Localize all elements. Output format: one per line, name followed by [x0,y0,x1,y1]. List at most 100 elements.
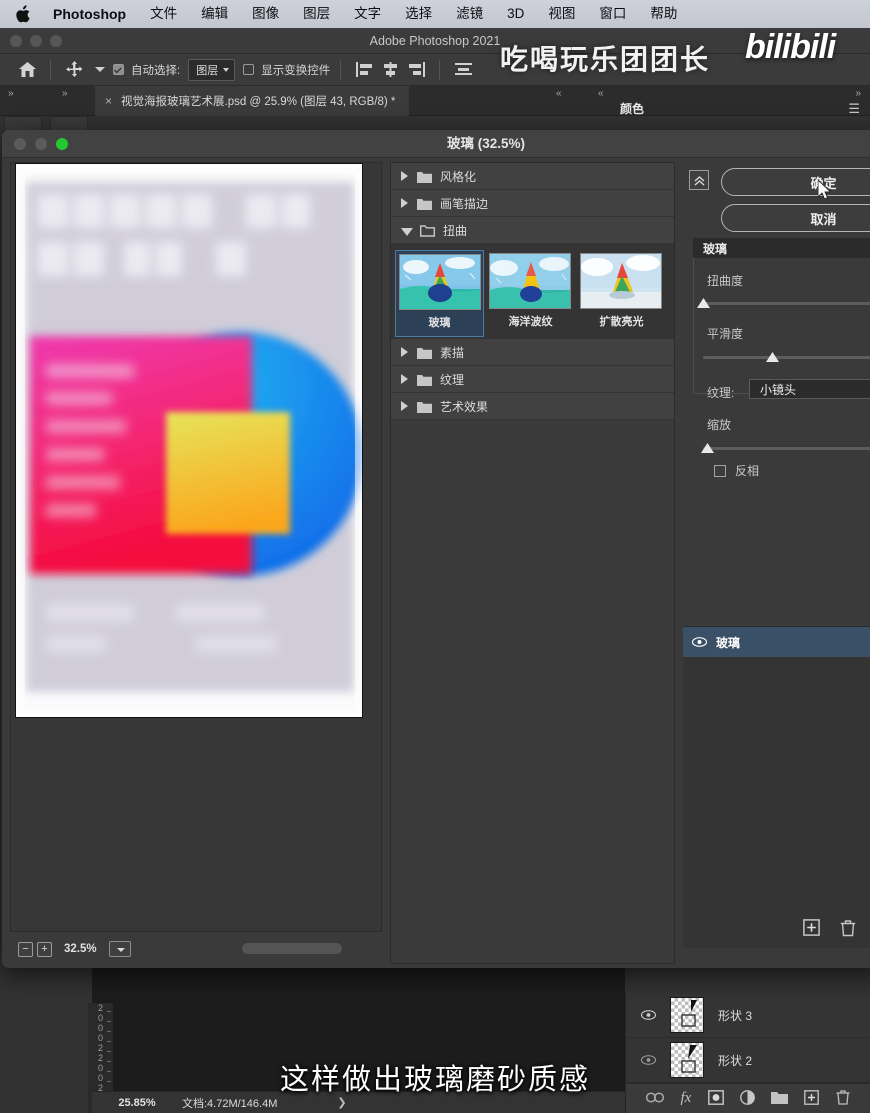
filter-thumb-label: 扩散亮光 [599,316,644,328]
filter-settings-header: 玻璃 [693,238,870,258]
ok-button[interactable]: 确定 [721,168,870,196]
align-right-icon[interactable] [403,58,429,82]
filter-group-label: 扭曲 [443,223,468,238]
layer-thumbnail [670,997,704,1033]
new-effect-layer-icon[interactable] [803,919,820,941]
folder-open-icon [420,224,435,237]
menu-item-help[interactable]: 帮助 [638,0,689,28]
align-top-icon[interactable] [450,58,476,82]
preview-scrollbar[interactable] [242,943,342,954]
filter-thumb-glass[interactable]: 玻璃 [395,250,484,337]
align-center-horizontal-icon[interactable] [377,58,403,82]
folder-icon [417,170,432,183]
scale-label: 缩放 [707,418,732,432]
menu-item-filter[interactable]: 滤镜 [444,0,495,28]
table-row[interactable]: 形状 3 [626,993,870,1038]
filter-group-label: 画笔描边 [440,196,489,211]
apple-logo-icon[interactable] [14,4,31,24]
filter-group-label: 风格化 [440,169,477,184]
menu-item-view[interactable]: 视图 [536,0,587,28]
dialog-title-bar: 玻璃 (32.5%) [2,130,870,158]
left-panel-expand-icon[interactable]: » [8,88,13,99]
scale-slider-track[interactable] [703,447,870,450]
layer-name: 形状 3 [718,1008,753,1023]
distortion-slider-track[interactable] [703,302,870,305]
filter-group-label: 纹理 [440,372,465,387]
filter-gallery-dialog: 玻璃 (32.5%) − + 32.5% 风格化 画笔描边 扭曲 玻璃 海洋波纹… [2,130,870,968]
move-tool-icon[interactable] [61,58,87,82]
tool-options-bar: 自动选择: 图层 显示变换控件 [0,54,870,86]
zoom-out-button[interactable]: − [18,941,33,957]
filter-group-artistic[interactable]: 艺术效果 [391,393,674,420]
panel-menu-icon[interactable]: ☰ [848,101,860,117]
texture-dropdown[interactable]: 小镜头 [749,379,870,399]
filter-category-list: 风格化 画笔描边 扭曲 玻璃 海洋波纹 扩散亮光 素描 纹理 艺术效果 [390,162,675,964]
menu-item-file[interactable]: 文件 [138,0,189,28]
menu-item-layer[interactable]: 图层 [291,0,342,28]
folder-icon [417,373,432,386]
delete-effect-layer-icon[interactable] [840,919,856,942]
window-title: Adobe Photoshop 2021 [369,34,501,48]
zoom-in-button[interactable]: + [37,941,52,957]
menu-item-image[interactable]: 图像 [240,0,291,28]
effect-layer-row[interactable]: 玻璃 [683,627,870,657]
document-tab-label: 视觉海报玻璃艺术展.psd @ 25.9% (图层 43, RGB/8) * [121,96,396,108]
filter-group-sketch[interactable]: 素描 [391,339,674,366]
video-subtitle: 这样做出玻璃磨砂质感 [279,1064,590,1096]
cancel-button[interactable]: 取消 [721,204,870,232]
document-tab[interactable]: × 视觉海报玻璃艺术展.psd @ 25.9% (图层 43, RGB/8) * [95,86,410,116]
invert-label: 反相 [735,464,760,478]
menu-item-window[interactable]: 窗口 [587,0,638,28]
tab-color[interactable]: 颜色 [620,100,644,117]
auto-select-label: 自动选择: [131,64,181,77]
filter-thumbnail-row: 玻璃 海洋波纹 扩散亮光 [391,244,674,339]
folder-icon [417,400,432,413]
right-panel-collapse-icon[interactable]: « [556,88,561,99]
divider [340,59,342,80]
home-icon[interactable] [14,58,40,82]
collapse-preview-icon[interactable] [689,170,709,190]
status-zoom-level[interactable]: 25.85% [92,1097,182,1109]
menu-item-edit[interactable]: 编辑 [189,0,240,28]
menu-item-type[interactable]: 文字 [342,0,393,28]
folder-icon [417,346,432,359]
chevron-right-icon [401,347,408,357]
divider [439,59,441,80]
filter-settings-group [693,246,870,394]
chevron-right-icon [401,374,408,384]
filter-thumb-image [399,254,481,310]
filter-group-distort[interactable]: 扭曲 [391,217,674,244]
macos-menu-bar: Photoshop 文件 编辑 图像 图层 文字 选择 滤镜 3D 视图 窗口 … [0,0,870,28]
show-transform-checkbox[interactable] [243,64,255,75]
menu-item-photoshop[interactable]: Photoshop [41,0,138,28]
auto-select-checkbox[interactable] [113,64,124,75]
filter-group-brushstrokes[interactable]: 画笔描边 [391,190,674,217]
bilibili-watermark: bilibili [745,28,836,66]
invert-checkbox[interactable] [714,465,726,477]
left-panel2-expand-icon[interactable]: » [62,88,67,99]
filter-group-texture[interactable]: 纹理 [391,366,674,393]
auto-select-dropdown[interactable]: 图层 [188,58,236,81]
close-icon[interactable]: × [105,94,112,108]
smoothness-slider-track[interactable] [703,356,870,359]
menu-item-3d[interactable]: 3D [495,0,536,28]
filter-thumb-diffuse-glow[interactable]: 扩散亮光 [577,250,666,337]
filter-thumb-image [580,253,662,309]
filter-thumb-ocean-ripple[interactable]: 海洋波纹 [486,250,575,337]
preview-zoom-controls: − + 32.5% [10,934,382,964]
mouse-cursor [817,178,832,200]
filter-preview-pane[interactable] [10,162,382,932]
effect-layer-visibility-icon[interactable] [683,637,716,647]
move-tool-chevron-icon[interactable] [87,58,113,82]
preview-zoom-dropdown[interactable] [108,941,131,957]
chevron-right-icon [401,401,408,411]
filter-group-stylize[interactable]: 风格化 [391,163,674,190]
poster-preview-image [15,163,363,718]
far-right-expand-icon[interactable]: » [855,88,860,99]
menu-item-select[interactable]: 选择 [393,0,444,28]
filter-thumb-label: 海洋波纹 [508,316,553,328]
layer-visibility-icon[interactable] [626,1010,670,1020]
filter-group-label: 艺术效果 [440,399,489,414]
align-left-icon[interactable] [351,58,377,82]
right-panel2-collapse-icon[interactable]: « [598,88,603,99]
